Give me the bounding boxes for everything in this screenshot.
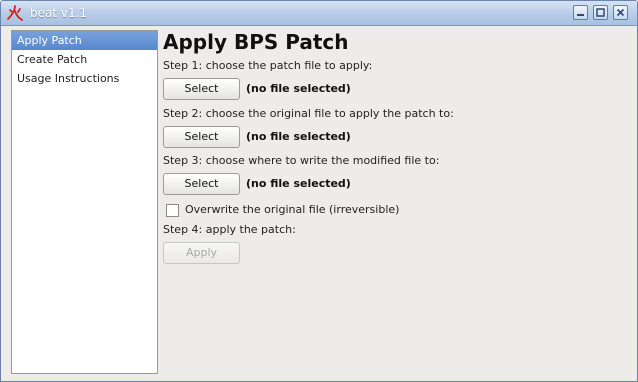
close-icon (616, 8, 625, 17)
step2-label: Step 2: choose the original file to appl… (163, 107, 454, 120)
output-file-status: (no file selected) (246, 177, 351, 190)
step1-label: Step 1: choose the patch file to apply: (163, 59, 373, 72)
original-file-status: (no file selected) (246, 130, 351, 143)
step4-label: Step 4: apply the patch: (163, 223, 296, 236)
window-title: beat v1.1 (30, 6, 88, 20)
title-bar[interactable]: beat v1.1 (1, 1, 637, 26)
step3-label: Step 3: choose where to write the modifi… (163, 154, 440, 167)
app-icon (7, 5, 23, 21)
overwrite-checkbox-label[interactable]: Overwrite the original file (irreversibl… (185, 203, 399, 216)
page-title: Apply BPS Patch (163, 30, 349, 54)
overwrite-checkbox[interactable] (166, 204, 179, 217)
sidebar-item-apply-patch[interactable]: Apply Patch (12, 31, 157, 50)
patch-file-status: (no file selected) (246, 82, 351, 95)
select-patch-button[interactable]: Select (163, 78, 240, 100)
minimize-button[interactable] (573, 5, 588, 20)
minimize-icon (577, 14, 584, 16)
select-output-button[interactable]: Select (163, 173, 240, 195)
app-window: beat v1.1 Apply Patch Create Patch Usage… (0, 0, 638, 382)
maximize-button[interactable] (593, 5, 608, 20)
select-original-button[interactable]: Select (163, 126, 240, 148)
apply-button[interactable]: Apply (163, 242, 240, 264)
sidebar-item-create-patch[interactable]: Create Patch (12, 50, 157, 69)
maximize-icon (596, 8, 605, 17)
close-button[interactable] (613, 5, 628, 20)
sidebar-item-usage-instructions[interactable]: Usage Instructions (12, 69, 157, 88)
sidebar-list: Apply Patch Create Patch Usage Instructi… (11, 30, 158, 374)
